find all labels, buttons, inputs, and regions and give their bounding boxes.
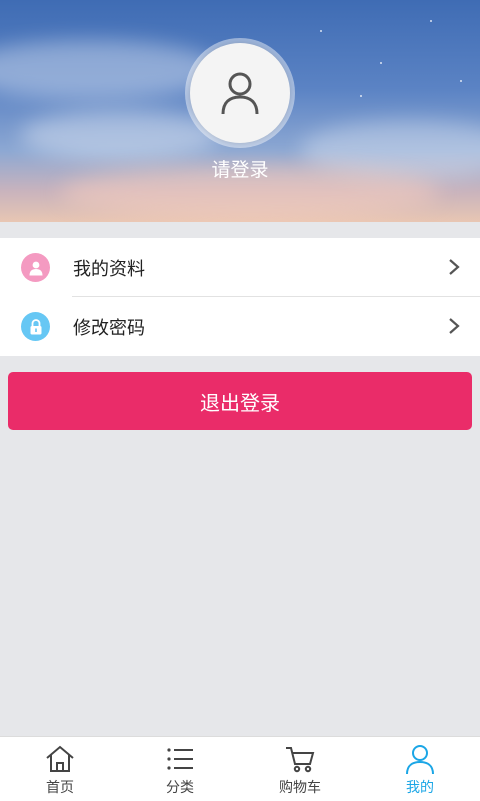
user-icon bbox=[406, 745, 434, 775]
profile-header: 请登录 bbox=[0, 0, 480, 222]
user-icon bbox=[21, 253, 50, 282]
chevron-right-icon bbox=[449, 318, 460, 334]
menu-item-label: 修改密码 bbox=[73, 318, 145, 339]
login-prompt[interactable]: 请登录 bbox=[0, 155, 480, 182]
logout-button[interactable]: 退出登录 bbox=[8, 372, 472, 430]
tab-mine[interactable]: 我的 bbox=[360, 737, 480, 801]
avatar[interactable] bbox=[190, 43, 290, 143]
home-icon bbox=[46, 745, 74, 772]
settings-menu: 我的资料 修改密码 bbox=[0, 238, 480, 356]
tab-label: 首页 bbox=[46, 780, 74, 796]
tab-label: 购物车 bbox=[279, 780, 321, 796]
tab-label: 我的 bbox=[406, 780, 434, 796]
menu-item-label: 我的资料 bbox=[73, 259, 145, 280]
tab-home[interactable]: 首页 bbox=[0, 737, 120, 801]
chevron-right-icon bbox=[449, 259, 460, 275]
tab-category[interactable]: 分类 bbox=[120, 737, 240, 801]
cart-icon bbox=[286, 747, 315, 773]
menu-item-my-profile[interactable]: 我的资料 bbox=[0, 238, 480, 297]
menu-item-change-password[interactable]: 修改密码 bbox=[0, 297, 480, 355]
tab-label: 分类 bbox=[166, 780, 194, 796]
lock-icon bbox=[21, 312, 50, 341]
bottom-tab-bar: 首页 分类 购物车 我的 bbox=[0, 736, 480, 801]
user-icon bbox=[221, 72, 259, 115]
list-icon bbox=[167, 748, 193, 770]
tab-cart[interactable]: 购物车 bbox=[240, 737, 360, 801]
